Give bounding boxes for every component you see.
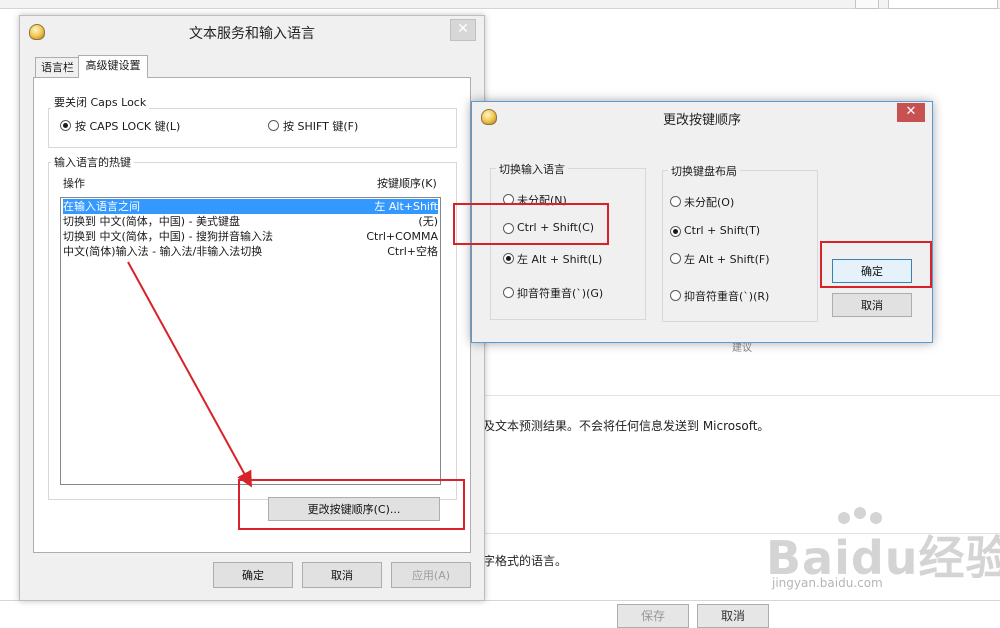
watermark-url: jingyan.baidu.com bbox=[772, 576, 883, 590]
arrow-line bbox=[127, 261, 252, 488]
paw-icon bbox=[854, 507, 866, 519]
tab-advanced-key-settings[interactable]: 高级键设置 bbox=[78, 55, 148, 78]
tab-label: 高级键设置 bbox=[85, 59, 141, 72]
